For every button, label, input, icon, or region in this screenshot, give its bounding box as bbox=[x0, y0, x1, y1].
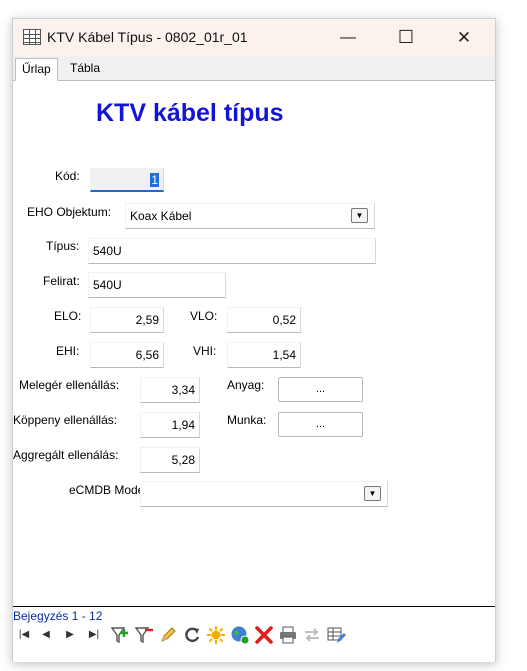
meleger-label: Melegér ellenállás: bbox=[19, 378, 120, 392]
tab-tabla[interactable]: Tábla bbox=[64, 58, 106, 80]
form-heading: KTV kábel típus bbox=[96, 99, 284, 127]
kod-label: Kód: bbox=[55, 169, 80, 183]
munka-label: Munka: bbox=[227, 413, 267, 427]
munka-button[interactable]: ... bbox=[278, 412, 363, 437]
tab-bar: Űrlap Tábla bbox=[13, 56, 495, 81]
anyag-button[interactable]: ... bbox=[278, 377, 363, 402]
table-edit-icon[interactable] bbox=[326, 625, 346, 645]
eho-label: EHO Objektum: bbox=[27, 205, 112, 219]
ecmdb-select[interactable]: ▼ bbox=[140, 481, 388, 507]
elo-field[interactable]: 2,59 bbox=[90, 307, 164, 333]
felirat-label: Felirat: bbox=[43, 274, 80, 288]
new-record-icon[interactable] bbox=[206, 625, 226, 645]
title-bar: KTV Kábel Típus - 0802_01r_01 — ☐ ✕ bbox=[13, 19, 495, 56]
vhi-label: VHI: bbox=[193, 344, 217, 358]
vhi-field[interactable]: 1,54 bbox=[227, 342, 301, 368]
koppeny-label: Köppeny ellenállás: bbox=[13, 413, 118, 427]
window-title: KTV Kábel Típus - 0802_01r_01 bbox=[47, 29, 248, 45]
koppeny-field[interactable]: 1,94 bbox=[140, 412, 200, 438]
tipus-label: Típus: bbox=[46, 239, 80, 253]
eho-select[interactable]: Koax Kábel ▼ bbox=[125, 203, 375, 229]
record-navigator: Bejegyzés 1 - 12 |◀ ◀ ▶ ▶| bbox=[13, 606, 495, 662]
record-status: Bejegyzés 1 - 12 bbox=[13, 609, 103, 623]
next-record-icon[interactable]: ▶ bbox=[63, 625, 77, 643]
table-app-icon bbox=[23, 29, 41, 45]
vlo-label: VLO: bbox=[190, 309, 218, 323]
tab-urlap[interactable]: Űrlap bbox=[15, 58, 58, 81]
ehi-label: EHI: bbox=[56, 344, 80, 358]
globe-icon[interactable] bbox=[230, 625, 250, 645]
filter-remove-icon[interactable] bbox=[134, 625, 154, 645]
close-button[interactable]: ✕ bbox=[435, 19, 493, 56]
vlo-field[interactable]: 0,52 bbox=[227, 307, 301, 333]
transfer-icon[interactable] bbox=[302, 625, 322, 645]
edit-pencil-icon[interactable] bbox=[158, 625, 178, 645]
maximize-button[interactable]: ☐ bbox=[377, 19, 435, 56]
felirat-field[interactable]: 540U bbox=[88, 272, 226, 298]
ecmdb-dropdown-icon[interactable]: ▼ bbox=[364, 486, 381, 501]
minimize-button[interactable]: — bbox=[319, 19, 377, 56]
delete-icon[interactable] bbox=[254, 625, 274, 645]
refresh-icon[interactable] bbox=[182, 625, 202, 645]
anyag-label: Anyag: bbox=[227, 378, 265, 392]
aggregalt-field[interactable]: 5,28 bbox=[140, 447, 200, 473]
tipus-field[interactable]: 540U bbox=[88, 238, 376, 264]
eho-value: Koax Kábel bbox=[130, 209, 192, 223]
last-record-icon[interactable]: ▶| bbox=[85, 625, 103, 643]
ehi-field[interactable]: 6,56 bbox=[90, 342, 164, 368]
first-record-icon[interactable]: |◀ bbox=[15, 625, 33, 643]
app-window: KTV Kábel Típus - 0802_01r_01 — ☐ ✕ Űrla… bbox=[12, 18, 496, 662]
kod-value: 1 bbox=[150, 173, 159, 187]
prev-record-icon[interactable]: ◀ bbox=[39, 625, 53, 643]
record-form: KTV kábel típus Kód: 1 EHO Objektum: Koa… bbox=[13, 81, 495, 606]
elo-label: ELO: bbox=[54, 309, 82, 323]
filter-add-icon[interactable] bbox=[110, 625, 130, 645]
aggregalt-label: Aggregált ellenálás: bbox=[13, 448, 119, 462]
eho-dropdown-icon[interactable]: ▼ bbox=[351, 208, 368, 223]
kod-field[interactable]: 1 bbox=[90, 168, 164, 192]
meleger-field[interactable]: 3,34 bbox=[140, 377, 200, 403]
print-icon[interactable] bbox=[278, 625, 298, 645]
